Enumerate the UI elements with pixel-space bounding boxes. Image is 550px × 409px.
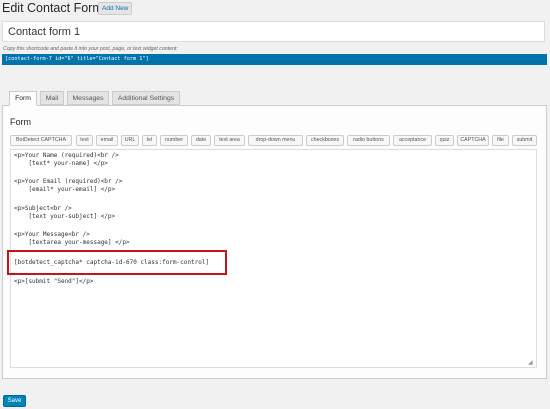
tag-button-url[interactable]: URL xyxy=(121,135,139,146)
tag-button-tel[interactable]: tel xyxy=(142,135,157,146)
shortcode-hint: Copy this shortcode and paste it into yo… xyxy=(3,46,178,52)
tag-button-quiz[interactable]: quiz xyxy=(435,135,454,146)
tab-messages[interactable]: Messages xyxy=(67,91,109,105)
tag-button-acceptance[interactable]: acceptance xyxy=(393,135,432,146)
code-line: <p>[submit "Send"]</p> xyxy=(14,278,94,285)
code-line: <p>Your Message<br /> xyxy=(14,231,90,238)
tag-button-submit[interactable]: submit xyxy=(512,135,537,146)
tab-form[interactable]: Form xyxy=(9,91,37,106)
code-line: [text* your-name] </p> xyxy=(14,160,108,167)
tag-button-text-area[interactable]: text area xyxy=(214,135,245,146)
tag-button-radio-buttons[interactable]: radio buttons xyxy=(347,135,390,146)
tab-mail[interactable]: Mail xyxy=(40,91,64,105)
tag-button-email[interactable]: email xyxy=(96,135,118,146)
tag-button-drop-down-menu[interactable]: drop-down menu xyxy=(248,135,303,146)
code-line: <p>Your Name (required)<br /> xyxy=(14,152,119,159)
tag-button-captcha[interactable]: CAPTCHA xyxy=(457,135,489,146)
save-button[interactable]: Save xyxy=(3,395,26,407)
tag-button-text[interactable]: text xyxy=(76,135,93,146)
code-line: [text your-subject] </p> xyxy=(14,213,116,220)
tab-additional-settings[interactable]: Additional Settings xyxy=(112,91,180,105)
panel-title: Form xyxy=(10,117,31,127)
code-line: [textarea your-message] </p> xyxy=(14,239,130,246)
captcha-highlight-box xyxy=(7,250,227,275)
code-line: <p>Your Email (required)<br /> xyxy=(14,178,123,185)
resize-grip-icon[interactable]: ◢ xyxy=(528,360,535,367)
add-new-button[interactable]: Add New xyxy=(98,2,133,15)
shortcode-field[interactable]: [contact-form-7 id="6" title="Contact fo… xyxy=(2,54,547,65)
page-title: Edit Contact Form xyxy=(2,1,103,15)
tag-button-number[interactable]: number xyxy=(160,135,188,146)
tag-button-botdetect-captcha[interactable]: BotDetect CAPTCHA xyxy=(10,135,72,146)
form-title-input[interactable] xyxy=(2,21,545,42)
code-line: [email* your-email] </p> xyxy=(14,186,116,193)
tag-button-date[interactable]: date xyxy=(191,135,211,146)
tag-button-file[interactable]: file xyxy=(492,135,509,146)
tag-button-checkboxes[interactable]: checkboxes xyxy=(306,135,344,146)
code-line: <p>Subject<br /> xyxy=(14,205,72,212)
